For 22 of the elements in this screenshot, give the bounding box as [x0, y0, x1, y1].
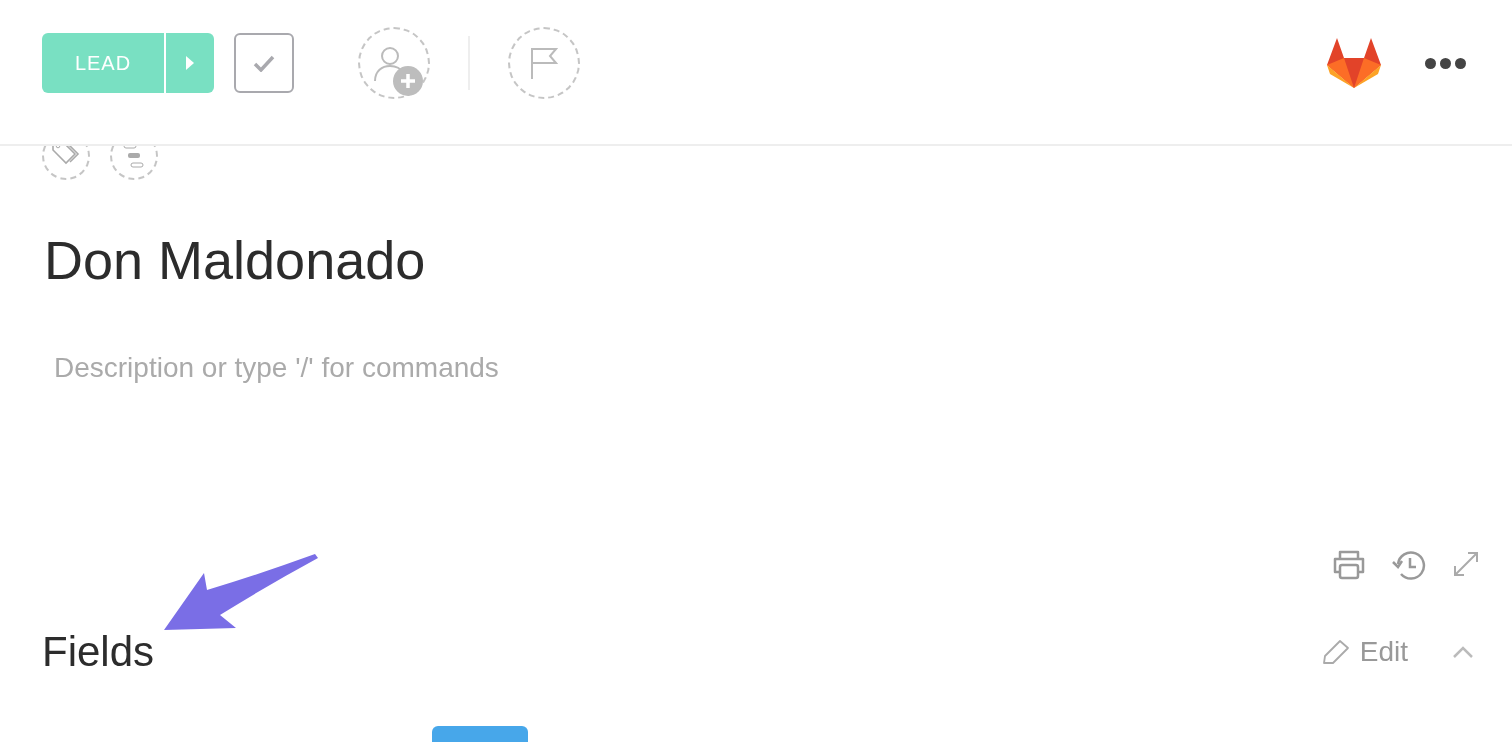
task-title: Don Maldonado — [44, 232, 427, 288]
complete-button[interactable] — [234, 33, 294, 93]
history-icon — [1392, 550, 1426, 582]
expand-icon — [1452, 550, 1480, 578]
pencil-icon — [1321, 639, 1350, 665]
print-button[interactable] — [1332, 550, 1366, 582]
fields-heading: Fields — [42, 628, 156, 676]
description-field[interactable]: Description or type '/' for commands — [54, 352, 754, 384]
printer-icon — [1332, 550, 1366, 580]
edit-button[interactable]: Edit — [1321, 636, 1408, 668]
fox-logo-icon — [1327, 38, 1381, 88]
flag-icon — [530, 46, 558, 80]
collapse-button[interactable] — [1452, 646, 1474, 658]
bars-icon — [123, 146, 145, 169]
triangle-right-icon — [186, 56, 194, 70]
history-button[interactable] — [1392, 550, 1426, 582]
tag-icon — [51, 146, 81, 166]
checkmark-icon — [253, 54, 275, 72]
status-label-button[interactable]: LEAD — [42, 33, 164, 93]
status-button[interactable]: LEAD — [42, 33, 214, 93]
user-add-icon — [374, 45, 426, 97]
chevron-icon — [1452, 646, 1474, 658]
